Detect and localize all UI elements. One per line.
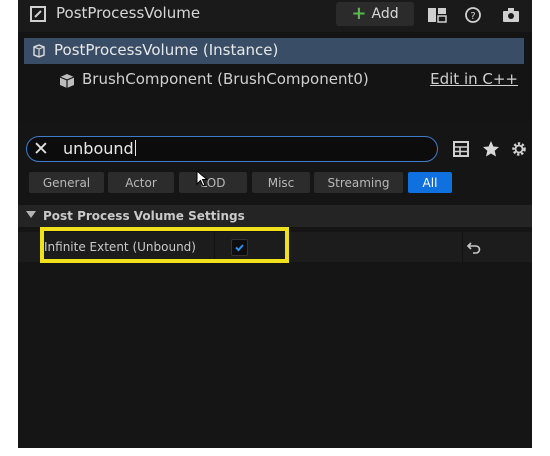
add-label: Add bbox=[371, 6, 399, 22]
gear-icon[interactable] bbox=[509, 139, 529, 159]
camera-icon[interactable] bbox=[500, 5, 522, 25]
search-input[interactable]: ✕ unbound bbox=[26, 136, 438, 162]
category-post-process-volume-settings[interactable]: Post Process Volume Settings bbox=[18, 205, 532, 227]
tree-item-label: BrushComponent (BrushComponent0) bbox=[82, 70, 369, 88]
filter-tab-actor[interactable]: Actor bbox=[108, 172, 174, 193]
details-header: PostProcessVolume + Add ? bbox=[18, 0, 532, 32]
filter-tab-misc[interactable]: Misc bbox=[252, 172, 310, 193]
filter-tab-lod[interactable]: LOD bbox=[179, 172, 247, 193]
add-component-button[interactable]: + Add bbox=[336, 2, 414, 26]
search-value[interactable]: unbound bbox=[63, 139, 136, 158]
highlight-box bbox=[40, 227, 289, 263]
cube-icon bbox=[59, 74, 75, 88]
add-plus-icon: + bbox=[351, 3, 367, 24]
mouse-cursor-icon bbox=[196, 170, 209, 187]
column-divider bbox=[462, 232, 463, 262]
filter-tab-streaming[interactable]: Streaming bbox=[314, 172, 403, 193]
svg-text:?: ? bbox=[470, 11, 475, 22]
blueprint-icon bbox=[30, 6, 46, 22]
star-icon[interactable] bbox=[481, 139, 501, 159]
table-view-icon[interactable] bbox=[451, 139, 471, 159]
collapse-triangle-icon[interactable] bbox=[26, 211, 36, 218]
category-label: Post Process Volume Settings bbox=[43, 209, 245, 223]
volume-icon bbox=[33, 44, 45, 58]
edit-in-cpp-link[interactable]: Edit in C++ bbox=[430, 70, 518, 88]
actor-title: PostProcessVolume bbox=[56, 4, 201, 22]
tree-item-brush-component[interactable]: BrushComponent (BrushComponent0) Edit in… bbox=[24, 68, 524, 94]
filter-tab-general[interactable]: General bbox=[29, 172, 104, 193]
filter-tab-all[interactable]: All bbox=[408, 172, 452, 193]
close-icon[interactable]: ✕ bbox=[33, 138, 49, 160]
help-icon[interactable]: ? bbox=[462, 5, 484, 25]
layout-icon[interactable] bbox=[426, 5, 448, 25]
details-panel: PostProcessVolume + Add ? PostProcessVol… bbox=[18, 0, 532, 448]
reset-arrow-icon[interactable] bbox=[466, 239, 482, 255]
component-tree: PostProcessVolume (Instance) BrushCompon… bbox=[18, 32, 532, 124]
tree-item-instance[interactable]: PostProcessVolume (Instance) bbox=[24, 38, 524, 64]
tree-item-label: PostProcessVolume (Instance) bbox=[54, 41, 279, 59]
